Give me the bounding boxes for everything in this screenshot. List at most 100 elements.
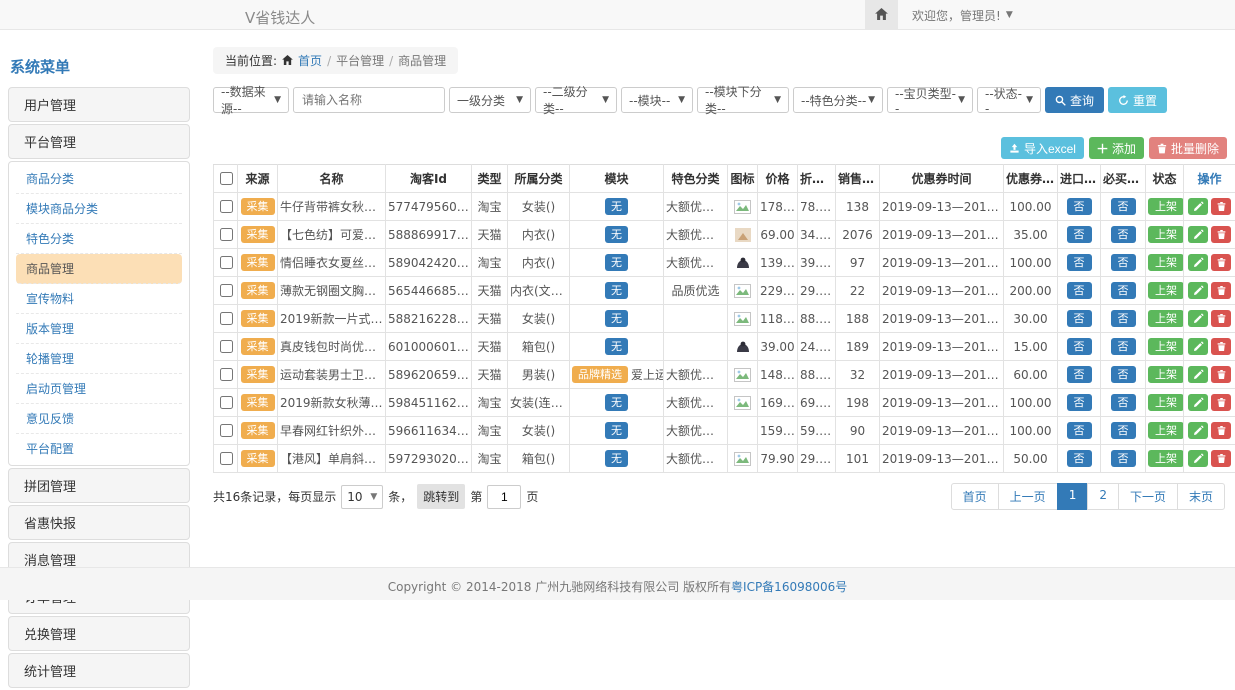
prev-page-button[interactable]: 上一页	[998, 483, 1058, 510]
feature-category-select[interactable]: --特色分类--▼	[793, 87, 883, 113]
batch-delete-button[interactable]: 批量删除	[1149, 137, 1227, 159]
must-buy-toggle[interactable]: 否	[1111, 394, 1136, 411]
data-source-select[interactable]: --数据来源--▼	[213, 87, 289, 113]
import-select-toggle[interactable]: 否	[1067, 254, 1092, 271]
jump-to-button[interactable]: 跳转到	[417, 484, 465, 509]
edit-button[interactable]	[1188, 254, 1208, 271]
must-buy-toggle[interactable]: 否	[1111, 366, 1136, 383]
sidebar-item-平台配置[interactable]: 平台配置	[16, 434, 182, 463]
select-all-checkbox[interactable]	[220, 172, 233, 185]
sidebar-item-商品分类[interactable]: 商品分类	[16, 164, 182, 194]
status-toggle[interactable]: 上架	[1148, 338, 1184, 355]
must-buy-toggle[interactable]: 否	[1111, 450, 1136, 467]
sidebar-item-轮播管理[interactable]: 轮播管理	[16, 344, 182, 374]
home-nav-button[interactable]	[865, 0, 898, 30]
must-buy-toggle[interactable]: 否	[1111, 338, 1136, 355]
import-select-toggle[interactable]: 否	[1067, 198, 1092, 215]
must-buy-toggle[interactable]: 否	[1111, 310, 1136, 327]
must-buy-toggle[interactable]: 否	[1111, 226, 1136, 243]
sidebar-item-模块商品分类[interactable]: 模块商品分类	[16, 194, 182, 224]
row-checkbox[interactable]	[220, 256, 233, 269]
sidebar-item-特色分类[interactable]: 特色分类	[16, 224, 182, 254]
sidebar-item-商品管理[interactable]: 商品管理	[16, 254, 182, 284]
import-select-toggle[interactable]: 否	[1067, 394, 1092, 411]
sidebar-item-启动页管理[interactable]: 启动页管理	[16, 374, 182, 404]
item-type-select[interactable]: --宝贝类型--▼	[887, 87, 973, 113]
row-checkbox[interactable]	[220, 284, 233, 297]
status-toggle[interactable]: 上架	[1148, 226, 1184, 243]
sidebar-item-宣传物料[interactable]: 宣传物料	[16, 284, 182, 314]
sidebar-item-拼团管理[interactable]: 拼团管理	[8, 468, 190, 503]
row-checkbox[interactable]	[220, 340, 233, 353]
first-page-button[interactable]: 首页	[951, 483, 999, 510]
status-toggle[interactable]: 上架	[1148, 450, 1184, 467]
delete-button[interactable]	[1211, 450, 1231, 467]
level2-category-select[interactable]: --二级分类--▼	[535, 87, 617, 113]
must-buy-toggle[interactable]: 否	[1111, 282, 1136, 299]
must-buy-toggle[interactable]: 否	[1111, 198, 1136, 215]
row-checkbox[interactable]	[220, 452, 233, 465]
sidebar-item-平台管理[interactable]: 平台管理	[8, 124, 190, 159]
delete-button[interactable]	[1211, 338, 1231, 355]
must-buy-toggle[interactable]: 否	[1111, 254, 1136, 271]
import-select-toggle[interactable]: 否	[1067, 366, 1092, 383]
breadcrumb-home-link[interactable]: 首页	[298, 52, 322, 69]
status-toggle[interactable]: 上架	[1148, 366, 1184, 383]
reset-button[interactable]: 重置	[1108, 87, 1167, 113]
name-input[interactable]	[293, 87, 445, 113]
status-toggle[interactable]: 上架	[1148, 254, 1184, 271]
sidebar-item-意见反馈[interactable]: 意见反馈	[16, 404, 182, 434]
delete-button[interactable]	[1211, 422, 1231, 439]
import-select-toggle[interactable]: 否	[1067, 226, 1092, 243]
row-checkbox[interactable]	[220, 200, 233, 213]
level1-category-select[interactable]: 一级分类▼	[449, 87, 531, 113]
delete-button[interactable]	[1211, 282, 1231, 299]
row-checkbox[interactable]	[220, 396, 233, 409]
import-select-toggle[interactable]: 否	[1067, 282, 1092, 299]
module-sub-category-select[interactable]: --模块下分类--▼	[697, 87, 789, 113]
next-page-button[interactable]: 下一页	[1118, 483, 1178, 510]
status-toggle[interactable]: 上架	[1148, 310, 1184, 327]
sidebar-item-统计管理[interactable]: 统计管理	[8, 653, 190, 688]
edit-button[interactable]	[1188, 198, 1208, 215]
edit-button[interactable]	[1188, 310, 1208, 327]
edit-button[interactable]	[1188, 394, 1208, 411]
edit-button[interactable]	[1188, 450, 1208, 467]
import-select-toggle[interactable]: 否	[1067, 310, 1092, 327]
per-page-select[interactable]: 10 ▼	[341, 485, 383, 509]
sidebar-item-兑换管理[interactable]: 兑换管理	[8, 616, 190, 651]
module-select[interactable]: --模块--▼	[621, 87, 693, 113]
import-select-toggle[interactable]: 否	[1067, 450, 1092, 467]
status-toggle[interactable]: 上架	[1148, 282, 1184, 299]
delete-button[interactable]	[1211, 226, 1231, 243]
import-select-toggle[interactable]: 否	[1067, 338, 1092, 355]
import-excel-button[interactable]: 导入excel	[1001, 137, 1084, 159]
page-number-input[interactable]	[487, 485, 521, 509]
status-select[interactable]: --状态--▼	[977, 87, 1041, 113]
edit-button[interactable]	[1188, 282, 1208, 299]
status-toggle[interactable]: 上架	[1148, 422, 1184, 439]
delete-button[interactable]	[1211, 254, 1231, 271]
row-checkbox[interactable]	[220, 228, 233, 241]
sidebar-item-用户管理[interactable]: 用户管理	[8, 87, 190, 122]
status-toggle[interactable]: 上架	[1148, 394, 1184, 411]
edit-button[interactable]	[1188, 226, 1208, 243]
row-checkbox[interactable]	[220, 368, 233, 381]
add-button[interactable]: 添加	[1089, 137, 1144, 159]
sidebar-item-省惠快报[interactable]: 省惠快报	[8, 505, 190, 540]
row-checkbox[interactable]	[220, 312, 233, 325]
delete-button[interactable]	[1211, 366, 1231, 383]
search-button[interactable]: 查询	[1045, 87, 1104, 113]
must-buy-toggle[interactable]: 否	[1111, 422, 1136, 439]
page-2-button[interactable]: 2	[1087, 483, 1119, 510]
icp-link[interactable]: 粤ICP备16098006号	[731, 580, 847, 594]
delete-button[interactable]	[1211, 394, 1231, 411]
status-toggle[interactable]: 上架	[1148, 198, 1184, 215]
edit-button[interactable]	[1188, 338, 1208, 355]
delete-button[interactable]	[1211, 198, 1231, 215]
page-1-button[interactable]: 1	[1057, 483, 1089, 510]
edit-button[interactable]	[1188, 366, 1208, 383]
sidebar-item-版本管理[interactable]: 版本管理	[16, 314, 182, 344]
last-page-button[interactable]: 末页	[1177, 483, 1225, 510]
import-select-toggle[interactable]: 否	[1067, 422, 1092, 439]
